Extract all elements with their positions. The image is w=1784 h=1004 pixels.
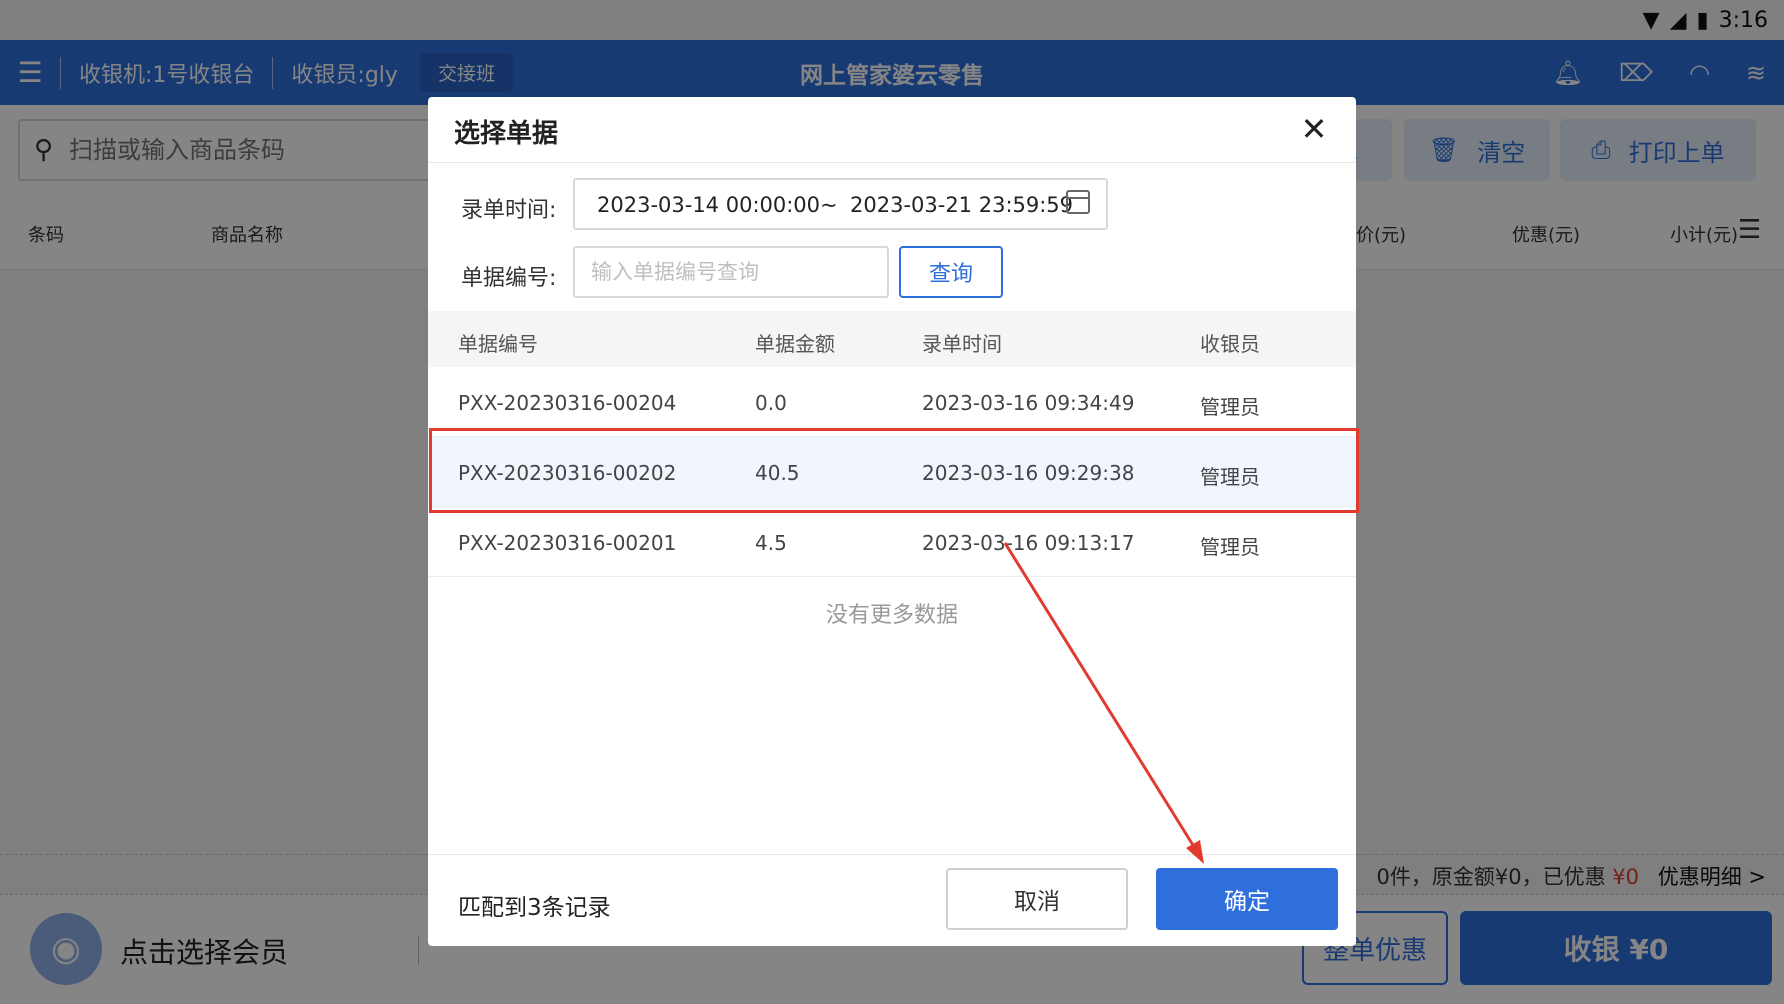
col-document-amount: 单据金额 xyxy=(755,332,835,356)
row-cashier: 管理员 xyxy=(1200,535,1260,559)
document-row[interactable]: PXX-20230316-00201 4.5 2023-03-16 09:13:… xyxy=(428,507,1356,577)
date-range-picker[interactable]: 2023-03-14 00:00:00 ~ 2023-03-21 23:59:5… xyxy=(573,178,1108,230)
col-document-number: 单据编号 xyxy=(458,332,538,356)
row-document-number: PXX-20230316-00202 xyxy=(458,461,677,485)
date-end: 2023-03-21 23:59:59 xyxy=(850,193,1074,217)
date-start: 2023-03-14 00:00:00 xyxy=(597,193,821,217)
no-more-data-text: 没有更多数据 xyxy=(825,603,958,628)
document-row[interactable]: PXX-20230316-00204 0.0 2023-03-16 09:34:… xyxy=(428,367,1356,437)
query-button[interactable]: 查询 xyxy=(899,246,1003,298)
row-cashier: 管理员 xyxy=(1200,395,1260,419)
document-list-header: 单据编号 单据金额 录单时间 收银员 xyxy=(428,311,1356,367)
calendar-icon[interactable] xyxy=(1066,190,1090,214)
col-entry-time: 录单时间 xyxy=(922,332,1002,356)
close-icon[interactable]: ✕ xyxy=(1294,109,1334,149)
row-amount: 40.5 xyxy=(755,461,800,485)
row-time: 2023-03-16 09:13:17 xyxy=(922,531,1135,555)
dialog-header: 选择单据 ✕ xyxy=(428,97,1356,163)
dialog-title: 选择单据 xyxy=(454,119,559,149)
col-cashier: 收银员 xyxy=(1200,332,1260,356)
date-separator: ~ xyxy=(820,193,838,217)
document-row-selected[interactable]: PXX-20230316-00202 40.5 2023-03-16 09:29… xyxy=(428,437,1356,507)
row-amount: 4.5 xyxy=(755,531,787,555)
row-document-number: PXX-20230316-00204 xyxy=(458,391,677,415)
row-time: 2023-03-16 09:34:49 xyxy=(922,391,1135,415)
dialog-footer: 匹配到3条记录 取消 确定 xyxy=(428,854,1356,946)
confirm-button[interactable]: 确定 xyxy=(1156,868,1338,930)
document-number-label: 单据编号: xyxy=(461,266,557,291)
cancel-button[interactable]: 取消 xyxy=(946,868,1128,930)
document-number-input[interactable] xyxy=(573,246,889,298)
match-count-text: 匹配到3条记录 xyxy=(458,895,611,921)
row-amount: 0.0 xyxy=(755,391,787,415)
select-document-dialog: 选择单据 ✕ 录单时间: 2023-03-14 00:00:00 ~ 2023-… xyxy=(428,97,1356,946)
row-time: 2023-03-16 09:29:38 xyxy=(922,461,1135,485)
row-document-number: PXX-20230316-00201 xyxy=(458,531,677,555)
row-cashier: 管理员 xyxy=(1200,465,1260,489)
date-range-label: 录单时间: xyxy=(461,198,557,223)
